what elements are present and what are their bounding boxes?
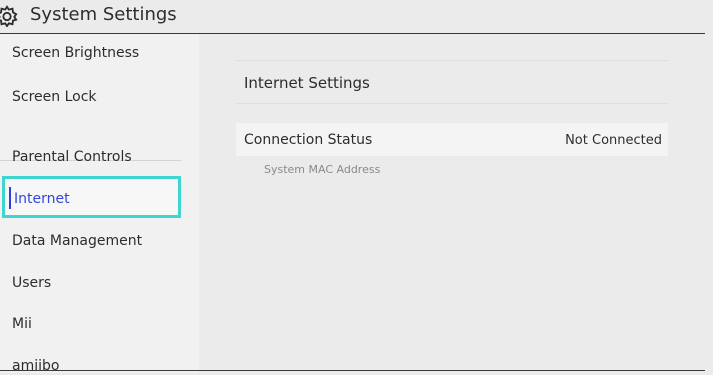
footer-divider (0, 370, 705, 371)
sidebar-item-mii[interactable]: Mii (12, 315, 32, 333)
sidebar-item-screen-lock[interactable]: Screen Lock (12, 88, 97, 106)
header-bar: System Settings (0, 0, 713, 34)
section-title: Internet Settings (244, 74, 370, 92)
sidebar-item-amiibo[interactable]: amiibo (12, 357, 59, 375)
connection-status-value: Not Connected (565, 133, 662, 148)
sidebar: Screen Brightness Screen Lock Parental C… (0, 34, 199, 375)
connection-status-label: Connection Status (244, 132, 373, 148)
section-divider-top (236, 60, 668, 61)
sidebar-item-label: Internet (14, 191, 70, 207)
sidebar-item-internet[interactable]: Internet (2, 176, 181, 218)
connection-status-row[interactable]: Connection Status Not Connected (236, 123, 668, 156)
selection-indicator (9, 187, 11, 209)
gear-icon (0, 5, 18, 27)
sidebar-item-screen-brightness[interactable]: Screen Brightness (12, 44, 139, 62)
mac-address-label: System MAC Address (264, 163, 381, 176)
page-title: System Settings (30, 4, 177, 25)
sidebar-item-parental-controls[interactable]: Parental Controls (12, 148, 132, 166)
sidebar-item-users[interactable]: Users (12, 274, 51, 292)
sidebar-item-data-management[interactable]: Data Management (12, 232, 142, 250)
section-divider-bottom (236, 103, 668, 104)
